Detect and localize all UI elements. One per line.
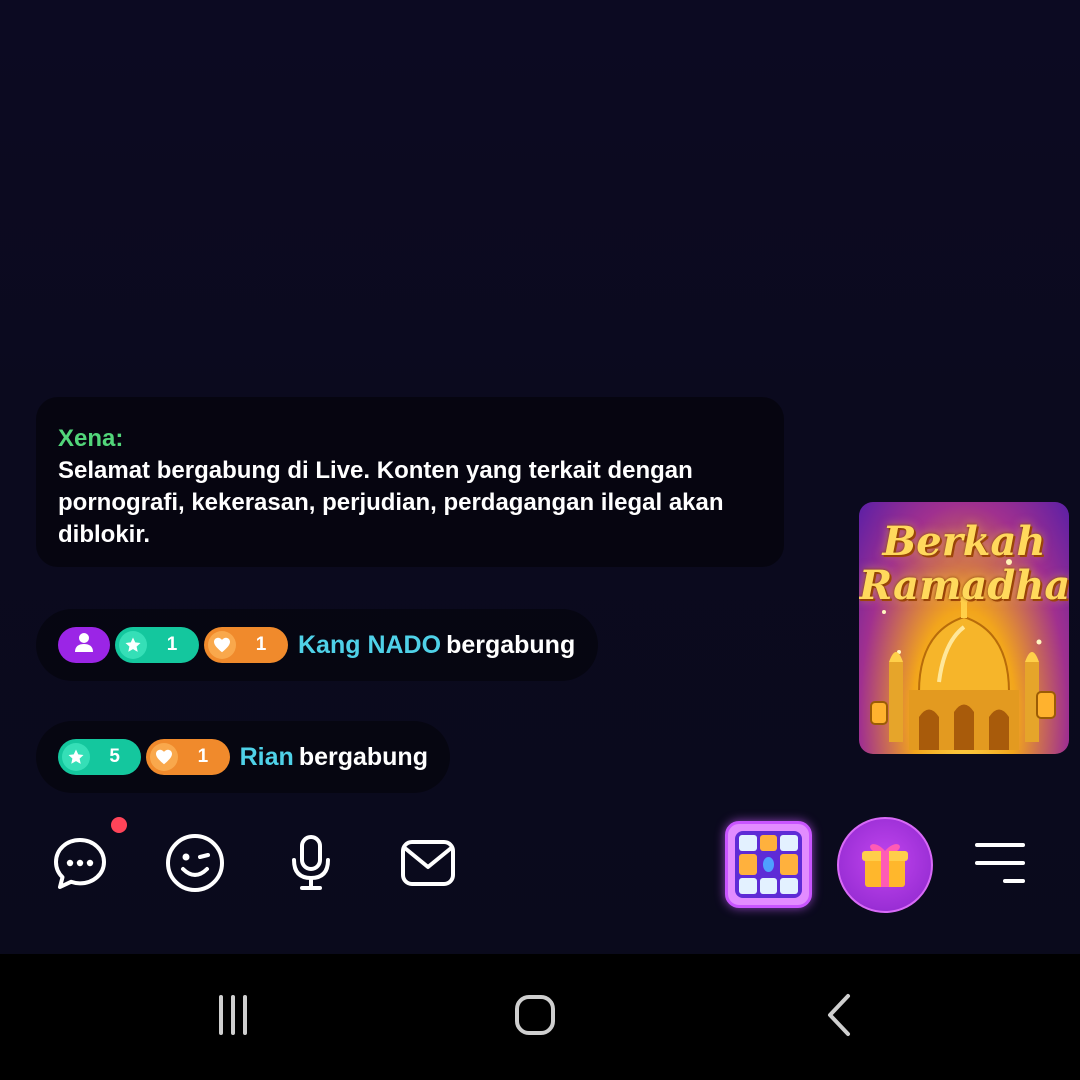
home-icon	[513, 993, 557, 1042]
home-button[interactable]	[510, 994, 560, 1040]
emoji-wink-icon	[165, 833, 225, 898]
microphone-button[interactable]	[288, 834, 334, 897]
mail-button[interactable]	[400, 839, 456, 892]
welcome-text: Selamat bergabung di Live. Konten yang t…	[58, 457, 724, 548]
heart-icon	[150, 743, 179, 771]
user-icon	[73, 631, 95, 659]
microphone-icon	[289, 834, 333, 897]
level-badge: 5	[58, 739, 142, 775]
system-navigation-bar	[0, 954, 1080, 1080]
username[interactable]: Rian	[240, 743, 294, 772]
user-badge	[58, 627, 110, 663]
heart-icon	[208, 631, 236, 659]
promo-title: Berkah Ramadhan	[859, 520, 1069, 608]
menu-button[interactable]	[972, 840, 1028, 890]
chat-button[interactable]	[50, 836, 110, 894]
fans-value: 1	[255, 634, 267, 655]
emoji-button[interactable]	[164, 833, 226, 898]
fans-badge: 1	[146, 739, 230, 775]
sender-name: Xena:	[58, 425, 124, 452]
fans-value: 1	[197, 746, 209, 767]
notification-dot	[111, 817, 127, 833]
join-event-row[interactable]: 1 1 Kang NADO bergabung	[36, 609, 598, 681]
join-action: bergabung	[446, 630, 576, 659]
join-action: bergabung	[298, 742, 428, 771]
promo-title-line2: Ramadhan	[859, 562, 1069, 609]
level-badge: 1	[115, 627, 199, 663]
back-icon	[824, 993, 854, 1042]
games-grid-icon	[735, 831, 802, 898]
promo-title-line1: Berkah	[882, 518, 1046, 565]
level-value: 5	[109, 746, 120, 767]
games-button[interactable]	[725, 821, 812, 908]
gift-icon	[857, 835, 913, 896]
back-button[interactable]	[816, 993, 862, 1042]
chat-bubble-icon	[52, 836, 108, 895]
gift-button[interactable]	[837, 817, 933, 913]
system-welcome-message: Xena: Selamat bergabung di Live. Konten …	[36, 397, 784, 567]
fans-badge: 1	[204, 627, 288, 663]
mail-icon	[400, 839, 456, 892]
level-value: 1	[166, 634, 178, 655]
join-event-row[interactable]: 5 1 Rian bergabung	[36, 721, 450, 793]
star-icon	[119, 631, 147, 659]
menu-icon	[973, 839, 1027, 892]
star-icon	[62, 743, 90, 771]
recent-apps-icon	[211, 993, 255, 1042]
berkah-ramadhan-banner[interactable]: Berkah Ramadhan	[859, 502, 1069, 754]
recent-apps-button[interactable]	[205, 994, 261, 1040]
username[interactable]: Kang NADO	[298, 631, 441, 660]
